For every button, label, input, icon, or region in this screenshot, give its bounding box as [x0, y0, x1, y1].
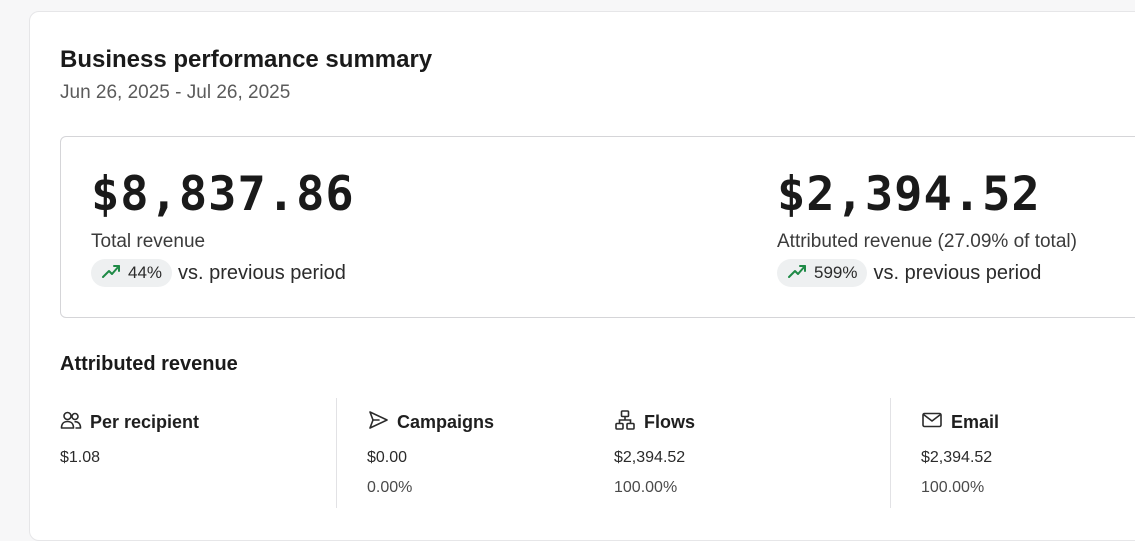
revenue-metrics-panel: $8,837.86 Total revenue 44% vs. previous… — [60, 136, 1135, 318]
business-performance-card: Business performance summary Jun 26, 202… — [29, 11, 1135, 541]
stat-percent: 0.00% — [367, 479, 413, 496]
attributed-revenue-label: Attributed revenue (27.09% of total) — [777, 231, 1077, 252]
trend-badge: 44% — [91, 259, 173, 287]
date-range: Jun 26, 2025 - Jul 26, 2025 — [60, 82, 291, 103]
trend-comparison: vs. previous period — [178, 261, 346, 284]
trend-percent: 44% — [128, 263, 163, 282]
stat-percent: 100.00% — [921, 479, 985, 496]
trend-up-icon — [787, 262, 809, 285]
stat-label: Flows — [644, 412, 696, 432]
send-icon — [367, 409, 389, 436]
stat-label: Per recipient — [90, 412, 200, 432]
stat-value: $1.08 — [60, 449, 101, 466]
stat-value: $2,394.52 — [614, 449, 686, 466]
trend-comparison: vs. previous period — [873, 261, 1042, 284]
flow-icon — [614, 409, 636, 436]
stat-value: $2,394.52 — [921, 449, 993, 466]
stat-value: $0.00 — [367, 449, 408, 466]
attributed-revenue-trend: 599% vs. previous period — [777, 259, 1041, 287]
page-title: Business performance summary — [60, 46, 433, 73]
mail-icon — [921, 409, 943, 436]
total-revenue-label: Total revenue — [91, 231, 206, 252]
total-revenue-value: $8,837.86 — [91, 167, 355, 222]
stat-label: Email — [951, 412, 1000, 432]
stat-label: Campaigns — [397, 412, 495, 432]
column-divider — [890, 398, 891, 508]
stat-percent: 100.00% — [614, 479, 678, 496]
trend-percent: 599% — [814, 263, 858, 282]
column-divider — [336, 398, 337, 508]
total-revenue-trend: 44% vs. previous period — [91, 259, 346, 287]
users-icon — [60, 409, 82, 436]
attributed-revenue-heading: Attributed revenue — [60, 353, 238, 375]
trend-up-icon — [101, 262, 123, 285]
trend-badge: 599% — [777, 259, 868, 287]
attributed-revenue-value: $2,394.52 — [777, 167, 1041, 222]
